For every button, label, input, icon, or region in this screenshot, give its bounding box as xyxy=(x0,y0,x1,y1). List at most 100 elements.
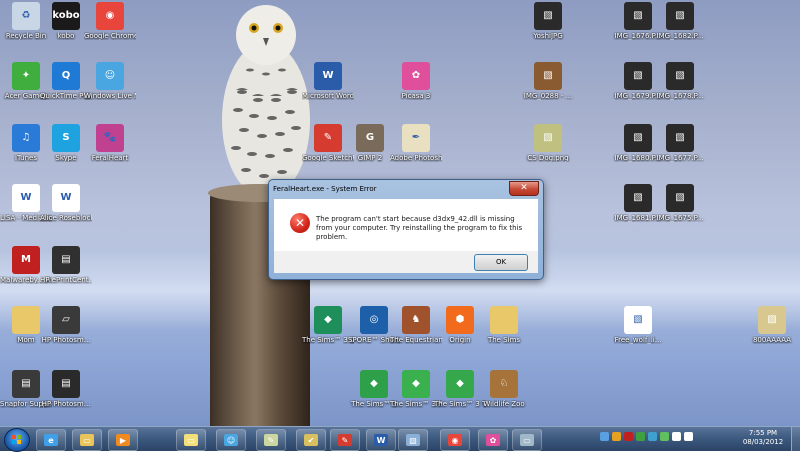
desktop-icon-label: Picasa 3 xyxy=(401,92,431,100)
desktop-icon[interactable]: ▤ HP ePrintCent... xyxy=(40,246,92,284)
network-icon[interactable] xyxy=(600,432,609,441)
desktop: ♻ Recycle Bin kobo kobo ◉ Google Chrome ✦ Acer … xyxy=(0,0,800,426)
hp-photosmart-icon: ▱ xyxy=(52,306,80,334)
desktop-icon[interactable]: G GIMP 2 xyxy=(344,124,396,162)
taskbar-item[interactable]: ✎ xyxy=(330,429,360,451)
volume-icon[interactable] xyxy=(684,432,693,441)
desktop-icon[interactable]: ♘ Wildlife Zoo xyxy=(478,370,530,408)
horse-icon: ♞ xyxy=(402,306,430,334)
image-file-icon: ▧ xyxy=(624,184,652,212)
desktop-icon[interactable]: ✒ Adobe Photosh... xyxy=(390,124,442,162)
battery-icon[interactable] xyxy=(660,432,669,441)
error-icon: ✕ xyxy=(290,213,310,233)
desktop-icon[interactable]: W Microsoft Word Starter... xyxy=(302,62,354,100)
signal-icon[interactable] xyxy=(672,432,681,441)
clock-date: 08/03/2012 xyxy=(742,438,784,446)
windows-logo-icon xyxy=(12,435,22,445)
desktop-icon[interactable]: ▧ YoshiJPG xyxy=(522,2,574,40)
desktop-icon-label: Free_wolf_li... xyxy=(614,336,662,344)
dialog-titlebar[interactable]: FeralHeart.exe - System Error ✕ xyxy=(269,180,543,198)
image-file-icon: ▧ xyxy=(624,306,652,334)
sims3-townlife-icon: ◆ xyxy=(446,370,474,398)
image-file-icon: ▧ xyxy=(666,124,694,152)
picasa-icon: ✿ xyxy=(402,62,430,90)
desktop-icon[interactable]: ▧ 800AAAAA xyxy=(746,306,798,344)
printer-icon: ▤ xyxy=(52,370,80,398)
sticky-notes-icon: ▭ xyxy=(184,434,198,446)
system-tray xyxy=(600,432,693,446)
origin-icon: ⬢ xyxy=(446,306,474,334)
start-button[interactable] xyxy=(4,428,30,452)
show-desktop-button[interactable] xyxy=(791,427,800,451)
update-icon[interactable] xyxy=(636,432,645,441)
taskbar-item[interactable]: ▭ xyxy=(176,429,206,451)
desktop-icon[interactable]: ▧ IMG_1675.P... xyxy=(654,184,706,222)
clock[interactable]: 7:55 PM 08/03/2012 xyxy=(738,429,788,447)
clock-time: 7:55 PM xyxy=(748,429,778,437)
close-button[interactable]: ✕ xyxy=(509,181,539,196)
desktop-icon[interactable]: ▧ IMG_1678.P... xyxy=(654,62,706,100)
desktop-icon-label: Alice Roseblock xyxy=(40,214,92,222)
malwarebytes-icon: M xyxy=(12,246,40,274)
desktop-icon[interactable]: ▧ IMG_0288 - ... xyxy=(522,62,574,100)
paw-icon: 🐾 xyxy=(96,124,124,152)
notepad-icon: ✎ xyxy=(264,434,278,446)
word-document-icon: W xyxy=(52,184,80,212)
taskbar-item[interactable]: ◉ xyxy=(440,429,470,451)
desktop-icon-label: HP Photosm... xyxy=(41,336,91,344)
gimp-icon: G xyxy=(356,124,384,152)
taskbar-item[interactable]: ▧ xyxy=(398,429,428,451)
file-explorer-icon: ▭ xyxy=(80,434,94,446)
desktop-icon[interactable]: ▧ IMG_1677.P... xyxy=(654,124,706,162)
desktop-icon-label: The Sims xyxy=(487,336,521,344)
taskbar-item[interactable]: e xyxy=(36,429,66,451)
desktop-icon[interactable]: ▤ HP Photosm... xyxy=(40,370,92,408)
dialog-title: FeralHeart.exe - System Error xyxy=(273,185,377,193)
desktop-icon[interactable]: ▧ IMG_1682.P... xyxy=(654,2,706,40)
desktop-icon[interactable]: ◉ Google Chrome xyxy=(84,2,136,40)
snowy-owl-wallpaper xyxy=(222,5,310,198)
word-icon: W xyxy=(374,434,388,446)
folder-icon xyxy=(12,306,40,334)
spore-icon: ◎ xyxy=(360,306,388,334)
image-file-icon: ▧ xyxy=(624,62,652,90)
desktop-icon[interactable]: ☺ Windows Live Mes... xyxy=(84,62,136,100)
taskbar-item[interactable]: ▭ xyxy=(72,429,102,451)
display-icon: ▭ xyxy=(520,434,534,446)
zoo-icon: ♘ xyxy=(490,370,518,398)
taskbar-item[interactable]: ✿ xyxy=(478,429,508,451)
desktop-icon-label: Windows Live Mes... xyxy=(84,92,136,100)
sync-icon[interactable] xyxy=(648,432,657,441)
desktop-icon-label: CS Dog.png xyxy=(527,154,569,162)
desktop-icon[interactable]: ▱ HP Photosm... xyxy=(40,306,92,344)
sims-create-icon: ◆ xyxy=(314,306,342,334)
chrome-icon: ◉ xyxy=(96,2,124,30)
shield-icon[interactable] xyxy=(612,432,621,441)
desktop-icon[interactable]: The Sims xyxy=(478,306,530,344)
security-icon[interactable] xyxy=(624,432,633,441)
system-error-dialog: FeralHeart.exe - System Error ✕ ✕ The pr… xyxy=(268,179,544,280)
taskbar-item[interactable]: W xyxy=(366,429,396,451)
kobo-icon: kobo xyxy=(52,2,80,30)
messenger-icon: ☺ xyxy=(96,62,124,90)
desktop-icon-label: HP ePrintCent... xyxy=(40,276,92,284)
desktop-icon[interactable]: ▧ CS Dog.png xyxy=(522,124,574,162)
desktop-icon-label: IMG_1675.P... xyxy=(656,214,704,222)
taskbar-item[interactable]: ▶ xyxy=(108,429,138,451)
image-file-icon: ▧ xyxy=(534,124,562,152)
taskbar-item[interactable]: ✔ xyxy=(296,429,326,451)
taskbar-item[interactable]: ✎ xyxy=(256,429,286,451)
word-document-icon: W xyxy=(12,184,40,212)
desktop-icon-label: IMG_1682.P... xyxy=(656,32,704,40)
taskbar-item[interactable]: ▭ xyxy=(512,429,542,451)
desktop-icon[interactable]: ✿ Picasa 3 xyxy=(390,62,442,100)
taskbar-item[interactable]: ☺ xyxy=(216,429,246,451)
desktop-icon[interactable]: ◆ The Sims™ 3 Create a W... xyxy=(302,306,354,344)
desktop-icon-label: IMG_1677.P... xyxy=(656,154,704,162)
ok-button[interactable]: OK xyxy=(474,254,528,271)
desktop-icon[interactable]: ▧ Free_wolf_li... xyxy=(612,306,664,344)
desktop-icon[interactable]: 🐾 FeralHeart xyxy=(84,124,136,162)
image-file-icon: ▧ xyxy=(534,2,562,30)
dialog-footer: OK xyxy=(274,251,538,273)
desktop-icon[interactable]: W Alice Roseblock xyxy=(40,184,92,222)
